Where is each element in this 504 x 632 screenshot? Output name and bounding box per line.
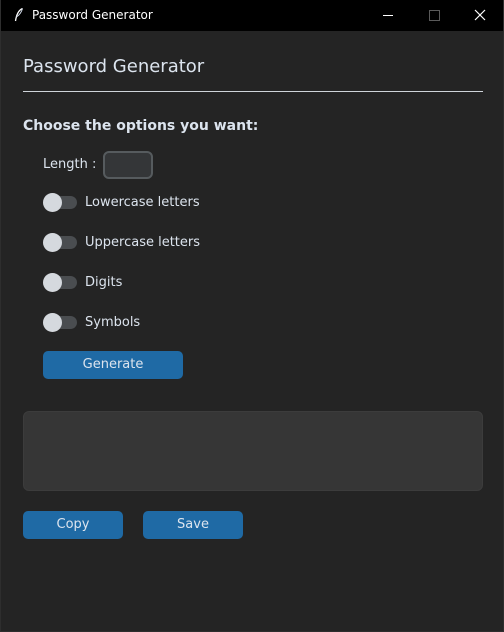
generate-button[interactable]: Generate	[43, 351, 183, 379]
close-icon	[474, 9, 486, 21]
page-title: Password Generator	[23, 56, 205, 77]
digits-switch[interactable]: Digits	[43, 273, 263, 293]
save-button[interactable]: Save	[143, 511, 243, 539]
lowercase-label: Lowercase letters	[85, 195, 200, 210]
maximize-button[interactable]	[411, 0, 457, 31]
password-output[interactable]	[23, 411, 483, 491]
close-button[interactable]	[457, 0, 503, 31]
minimize-button[interactable]	[365, 0, 411, 31]
copy-button[interactable]: Copy	[23, 511, 123, 539]
switch-knob[interactable]	[43, 273, 62, 292]
digits-label: Digits	[85, 275, 123, 290]
uppercase-label: Uppercase letters	[85, 235, 201, 250]
uppercase-switch[interactable]: Uppercase letters	[43, 233, 263, 253]
switch-knob[interactable]	[43, 233, 62, 252]
window-title: Password Generator	[32, 8, 153, 22]
switch-knob[interactable]	[43, 313, 62, 332]
feather-icon	[14, 8, 23, 22]
switch-knob[interactable]	[43, 193, 62, 212]
maximize-icon	[429, 10, 440, 21]
title-bar[interactable]: Password Generator	[1, 0, 503, 31]
options-heading: Choose the options you want:	[23, 118, 259, 134]
symbols-switch[interactable]: Symbols	[43, 313, 263, 333]
lowercase-switch[interactable]: Lowercase letters	[43, 193, 263, 213]
minimize-icon	[383, 15, 393, 16]
title-divider	[23, 91, 483, 92]
symbols-label: Symbols	[85, 315, 141, 330]
app-window: Password Generator Password Generator Ch…	[0, 0, 504, 632]
length-label: Length :	[43, 157, 97, 172]
length-input[interactable]	[103, 151, 153, 179]
